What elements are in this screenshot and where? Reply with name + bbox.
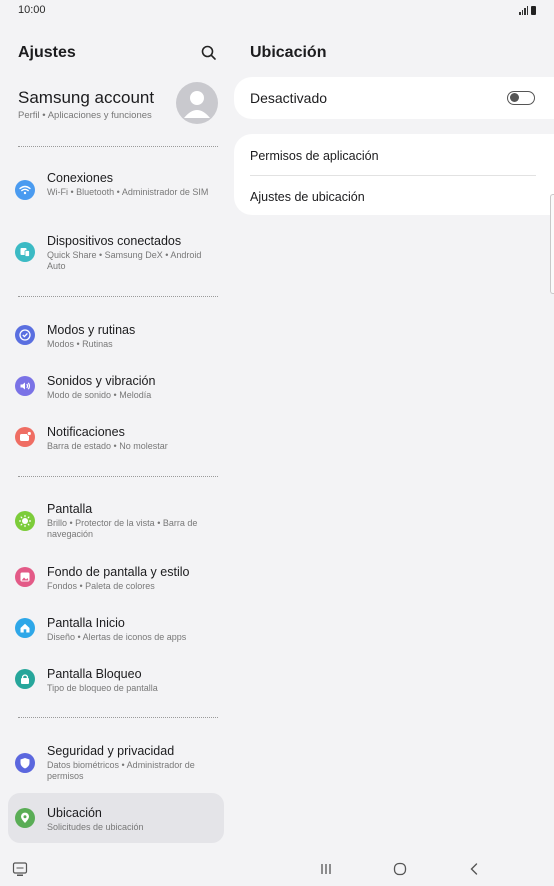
menu-item-conexiones[interactable]: Conexiones Wi-Fi • Bluetooth • Administr…: [8, 166, 224, 216]
divider: [18, 717, 218, 718]
speaker-icon: [15, 376, 35, 396]
menu-item-subtitle: Tipo de bloqueo de pantalla: [47, 683, 158, 693]
settings-title: Ajustes: [18, 44, 76, 61]
account-subtitle: Perfil • Aplicaciones y funciones: [18, 110, 152, 121]
menu-item-title: Ubicación: [47, 806, 102, 820]
divider: [18, 146, 218, 147]
location-toggle-label: Desactivado: [250, 90, 328, 106]
menu-item-title: Pantalla Inicio: [47, 616, 125, 630]
home-icon: [15, 618, 35, 638]
shield-icon: [15, 753, 35, 773]
lock-icon: [15, 669, 35, 689]
navigation-bar: [0, 852, 554, 886]
battery-icon: [531, 6, 536, 15]
app-permissions-option[interactable]: Permisos de aplicación: [250, 149, 379, 163]
keyboard-icon: [12, 862, 28, 876]
toggle-knob: [509, 93, 519, 102]
divider: [250, 175, 536, 176]
location-page-title: Ubicación: [250, 44, 327, 61]
back-icon: [470, 863, 478, 875]
menu-item-title: Pantalla: [47, 502, 93, 516]
menu-item-subtitle: Wi-Fi • Bluetooth • Administrador de SIM: [47, 187, 209, 197]
search-button[interactable]: [199, 43, 219, 63]
menu-item-pantalla-inicio[interactable]: Pantalla Inicio Diseño • Alertas de icon…: [8, 611, 224, 647]
menu-item-title: Notificaciones: [47, 425, 125, 439]
divider: [18, 476, 218, 477]
status-time: 10:00: [18, 4, 46, 16]
search-icon: [201, 45, 216, 60]
menu-item-title: Seguridad y privacidad: [47, 744, 175, 758]
side-panel-handle[interactable]: [550, 194, 554, 294]
menu-item-subtitle: Modos • Rutinas: [47, 339, 113, 349]
bell-icon: [15, 427, 35, 447]
account-name: Samsung account: [18, 88, 155, 107]
menu-item-subtitle: Quick Share • Samsung DeX • Android Auto: [47, 250, 202, 271]
image-icon: [15, 567, 35, 587]
samsung-account[interactable]: Samsung account Perfil • Aplicaciones y …: [18, 82, 218, 130]
keyboard-switch-button[interactable]: [10, 860, 30, 878]
signal-icon: [519, 6, 528, 15]
menu-item-subtitle: Solicitudes de ubicación: [47, 822, 144, 832]
location-toggle-card[interactable]: Desactivado: [234, 77, 554, 119]
menu-item-dispositivos-conectados[interactable]: Dispositivos conectados Quick Share • Sa…: [8, 228, 224, 278]
menu-item-subtitle: Barra de estado • No molestar: [47, 441, 168, 451]
location-options-card: Permisos de aplicación Ajustes de ubicac…: [234, 134, 554, 215]
person-icon: [184, 91, 210, 118]
back-button[interactable]: [464, 860, 484, 878]
status-bar: 10:00: [0, 0, 554, 22]
menu-item-subtitle: Brillo • Protector de la vista • Barra d…: [47, 518, 198, 539]
location-settings-option[interactable]: Ajustes de ubicación: [250, 190, 365, 204]
menu-item-ubicacion[interactable]: Ubicación Solicitudes de ubicación: [8, 793, 224, 843]
menu-item-title: Pantalla Bloqueo: [47, 667, 142, 681]
menu-item-sonidos-y-vibracion[interactable]: Sonidos y vibración Modo de sonido • Mel…: [8, 369, 224, 405]
home-circle-icon: [393, 862, 407, 876]
menu-item-modos-y-rutinas[interactable]: Modos y rutinas Modos • Rutinas: [8, 318, 224, 354]
menu-item-subtitle: Modo de sonido • Melodía: [47, 390, 152, 400]
home-button[interactable]: [390, 860, 410, 878]
menu-item-pantalla-bloqueo[interactable]: Pantalla Bloqueo Tipo de bloqueo de pant…: [8, 662, 224, 698]
status-icons: [519, 6, 536, 15]
menu-item-notificaciones[interactable]: Notificaciones Barra de estado • No mole…: [8, 420, 224, 456]
menu-item-subtitle: Diseño • Alertas de iconos de apps: [47, 632, 187, 642]
location-toggle-switch[interactable]: [507, 91, 535, 105]
menu-item-seguridad-y-privacidad[interactable]: Seguridad y privacidad Datos biométricos…: [8, 739, 224, 789]
sun-icon: [15, 511, 35, 531]
menu-item-subtitle: Datos biométricos • Administrador de per…: [47, 760, 195, 781]
divider: [18, 296, 218, 297]
devices-icon: [15, 242, 35, 262]
menu-item-title: Dispositivos conectados: [47, 234, 182, 248]
recents-icon: [321, 864, 331, 874]
menu-item-title: Conexiones: [47, 171, 114, 185]
check-circle-icon: [15, 325, 35, 345]
menu-item-title: Sonidos y vibración: [47, 374, 156, 388]
wifi-icon: [15, 180, 35, 200]
recents-button[interactable]: [316, 860, 336, 878]
menu-item-title: Modos y rutinas: [47, 323, 136, 337]
menu-item-subtitle: Fondos • Paleta de colores: [47, 581, 155, 591]
menu-item-title: Fondo de pantalla y estilo: [47, 565, 190, 579]
avatar: [176, 82, 218, 124]
menu-item-fondo-de-pantalla[interactable]: Fondo de pantalla y estilo Fondos • Pale…: [8, 560, 224, 596]
menu-item-pantalla[interactable]: Pantalla Brillo • Protector de la vista …: [8, 497, 224, 547]
location-pin-icon: [15, 808, 35, 828]
